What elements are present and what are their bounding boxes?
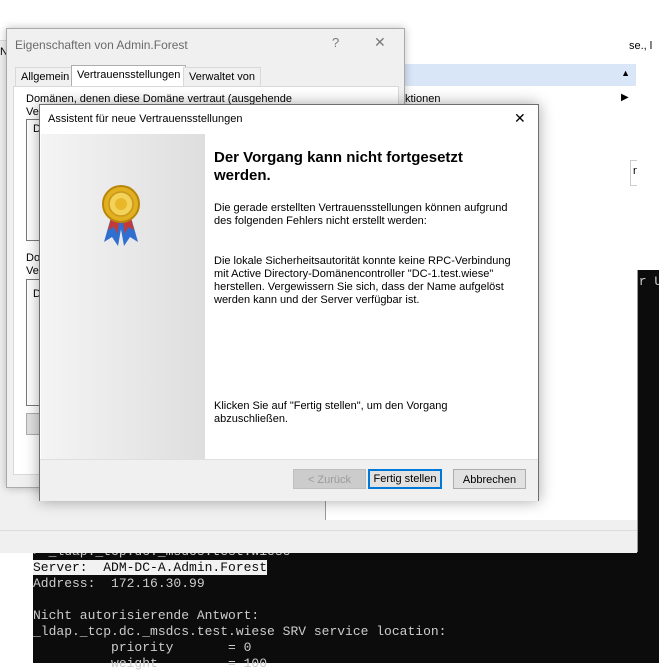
back-button[interactable]: < Zurück bbox=[293, 469, 366, 489]
console-line: _ldap._tcp.dc._msdcs.test.wiese SRV serv… bbox=[33, 624, 447, 639]
section-label-outgoing-2: Ve bbox=[26, 106, 39, 118]
tab-allgemein[interactable]: Allgemein bbox=[15, 67, 76, 86]
wizard-banner bbox=[41, 134, 205, 459]
background-right-text: se., l bbox=[629, 40, 653, 52]
console-line: Nicht autorisierende Antwort: bbox=[33, 608, 260, 623]
close-icon[interactable]: ✕ bbox=[374, 34, 386, 51]
finish-button[interactable]: Fertig stellen bbox=[368, 469, 442, 489]
console-line: priority = 0 bbox=[33, 640, 252, 655]
wizard-paragraph-intro: Die gerade erstellten Vertrauensstellung… bbox=[214, 202, 508, 227]
wizard-title: Assistent für neue Vertrauensstellungen bbox=[48, 113, 243, 125]
section-label-incoming: Do bbox=[26, 252, 41, 264]
collapse-icon[interactable]: ▲ bbox=[621, 68, 630, 78]
tab-vertrauensstellungen[interactable]: Vertrauensstellungen bbox=[71, 65, 187, 87]
actions-header[interactable]: ▲ bbox=[393, 64, 636, 86]
console-line: weight = 100 bbox=[33, 656, 268, 671]
wizard-heading: Der Vorgang kann nicht fortgesetzt werde… bbox=[214, 149, 463, 184]
wizard-paragraph-error: Die lokale Sicherheitsautorität konnte k… bbox=[214, 255, 511, 306]
award-medal-icon bbox=[99, 184, 143, 253]
console-line: Server: ADM-DC-A.Admin.Forest bbox=[33, 560, 268, 576]
submenu-arrow-icon: ▶ bbox=[621, 92, 629, 103]
status-bar bbox=[0, 530, 637, 553]
trust-wizard-dialog: Assistent für neue Vertrauensstellungen … bbox=[39, 104, 539, 501]
cancel-button[interactable]: Abbrechen bbox=[453, 469, 526, 489]
dialog-title: Eigenschaften von Admin.Forest bbox=[15, 38, 188, 52]
section-label-incoming-2: Ve bbox=[26, 265, 39, 277]
tab-verwaltet-von[interactable]: Verwaltet von bbox=[183, 67, 262, 86]
console-selection: Server: ADM-DC-A.Admin.Forest bbox=[33, 560, 268, 575]
help-icon[interactable]: ? bbox=[332, 35, 339, 50]
console-line: Address: 172.16.30.99 bbox=[33, 576, 205, 591]
wizard-paragraph-finish: Klicken Sie auf "Fertig stellen", um den… bbox=[214, 400, 448, 425]
wizard-close-icon[interactable]: ✕ bbox=[514, 110, 526, 127]
